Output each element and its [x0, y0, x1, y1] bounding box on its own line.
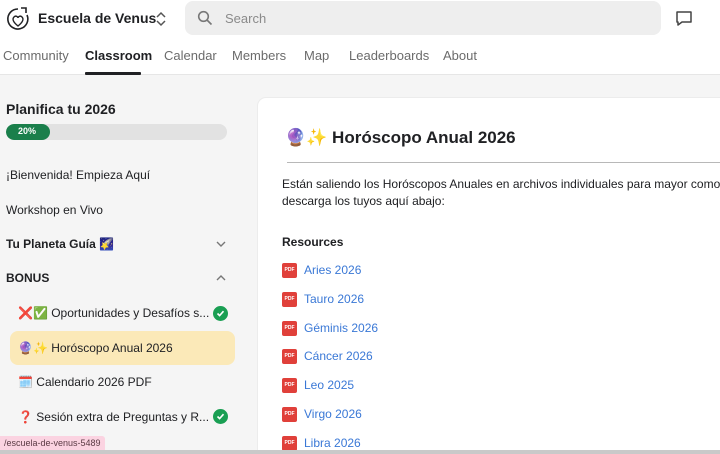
module-workshop[interactable]: Workshop en Vivo [6, 203, 103, 217]
community-nav: Community Classroom Calendar Members Map… [0, 38, 720, 75]
community-logo-icon[interactable] [5, 6, 31, 32]
completed-check-icon [213, 306, 228, 321]
post-title: 🔮✨ Horóscopo Anual 2026 [285, 128, 516, 147]
course-progress-bar: 20% [6, 124, 227, 140]
resource-link[interactable]: Leo 2025 [304, 378, 354, 392]
lesson-horoscopo-label: 🔮✨ Horóscopo Anual 2026 [18, 341, 173, 355]
course-sidebar: Planifica tu 2026 20% ¡Bienvenida! Empie… [0, 75, 244, 454]
resource-link[interactable]: Virgo 2026 [304, 407, 362, 421]
resource-link[interactable]: Libra 2026 [304, 436, 361, 450]
pdf-file-icon: PDF [282, 436, 297, 451]
resource-link[interactable]: Tauro 2026 [304, 292, 364, 306]
post-body-line-2: descarga los tuyos aquí abajo: [282, 194, 445, 208]
lesson-calendario[interactable]: 🗓️ Calendario 2026 PDF [18, 375, 152, 389]
status-url-chip: /escuela-de-venus-5489 [0, 436, 105, 450]
search-icon [197, 10, 213, 26]
completed-check-icon [213, 409, 228, 424]
tab-calendar[interactable]: Calendar [164, 48, 217, 63]
resources-heading: Resources [282, 235, 344, 249]
post-body: Están saliendo los Horóscopos Anuales en… [282, 176, 720, 210]
resource-link[interactable]: Cáncer 2026 [304, 349, 373, 363]
resource-link[interactable]: Aries 2026 [304, 263, 361, 277]
pdf-file-icon: PDF [282, 349, 297, 364]
search-bar[interactable] [185, 1, 661, 35]
post-body-line-1: Están saliendo los Horóscopos Anuales en… [282, 177, 720, 191]
chevron-up-icon[interactable] [215, 272, 227, 284]
pdf-file-icon: PDF [282, 407, 297, 422]
post-content: 🔮✨ Horóscopo Anual 2026 Están saliendo l… [258, 98, 720, 454]
pdf-file-icon: PDF [282, 292, 297, 307]
tab-leaderboards[interactable]: Leaderboards [349, 48, 429, 63]
resource-link[interactable]: Géminis 2026 [304, 321, 378, 335]
top-bar: Escuela de Venus [0, 0, 720, 38]
tab-classroom[interactable]: Classroom [85, 48, 152, 63]
pdf-file-icon: PDF [282, 378, 297, 393]
chat-icon[interactable] [674, 9, 694, 29]
lesson-horoscopo-active[interactable]: 🔮✨ Horóscopo Anual 2026 [10, 331, 235, 365]
tab-about[interactable]: About [443, 48, 477, 63]
community-switcher-icon[interactable] [153, 9, 169, 29]
lesson-sesion-extra[interactable]: ❓ Sesión extra de Preguntas y R... [18, 410, 209, 424]
pdf-file-icon: PDF [282, 321, 297, 336]
course-progress-label: 20% [18, 126, 37, 136]
tab-members[interactable]: Members [232, 48, 286, 63]
horizontal-scrollbar[interactable] [0, 450, 720, 454]
tab-community[interactable]: Community [3, 48, 69, 63]
module-bienvenida[interactable]: ¡Bienvenida! Empieza Aquí [6, 168, 150, 182]
lesson-oportunidades[interactable]: ❌✅ Oportunidades y Desafíos s... [18, 306, 209, 320]
title-divider [287, 162, 720, 163]
tab-map[interactable]: Map [304, 48, 329, 63]
pdf-file-icon: PDF [282, 263, 297, 278]
module-bonus[interactable]: BONUS [6, 271, 49, 285]
module-tu-planeta-guia[interactable]: Tu Planeta Guía 🌠 [6, 237, 114, 251]
course-title: Planifica tu 2026 [6, 101, 116, 117]
chevron-down-icon[interactable] [215, 238, 227, 250]
community-name[interactable]: Escuela de Venus [38, 10, 156, 26]
search-input[interactable] [225, 7, 645, 29]
